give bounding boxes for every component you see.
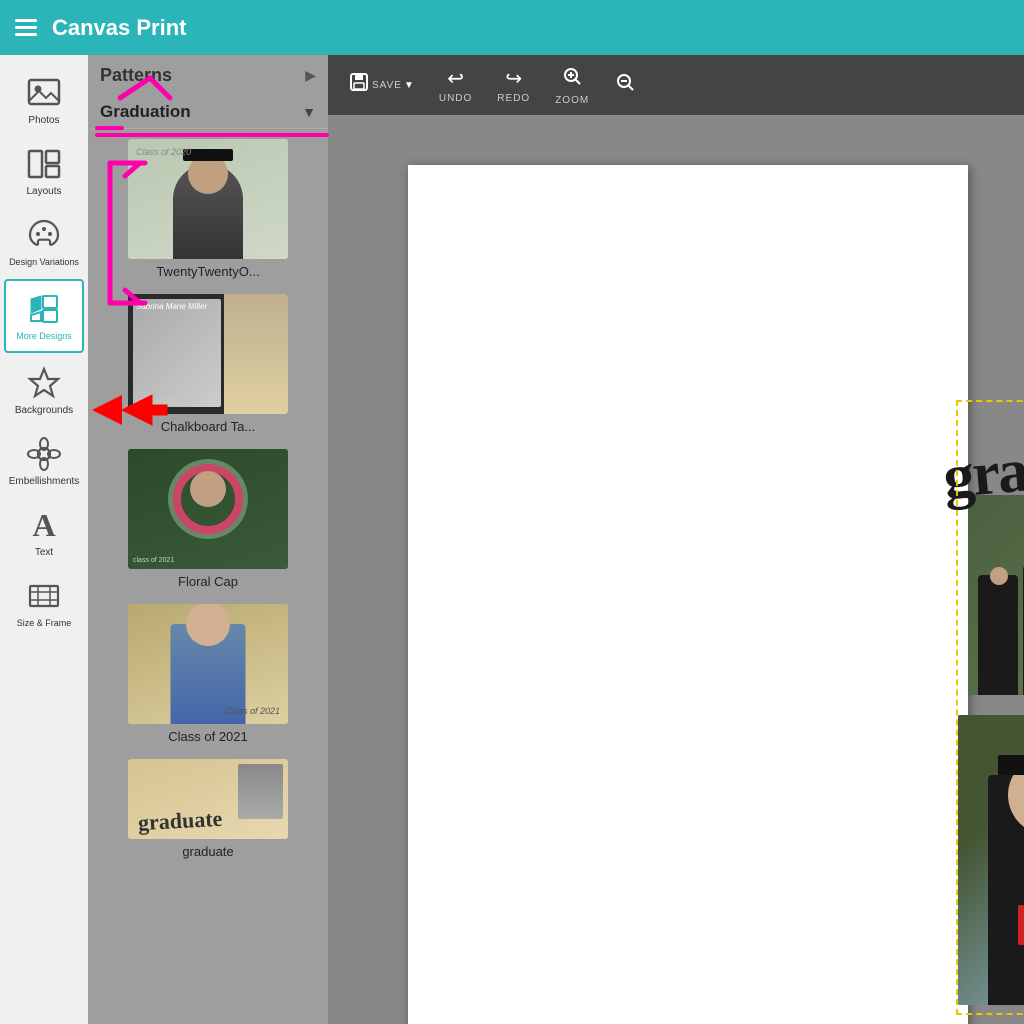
photos-label: Photos	[28, 115, 59, 126]
redo-label: REDO	[497, 93, 530, 104]
design-label-floral: Floral Cap	[178, 574, 238, 589]
text-label: Text	[35, 547, 53, 558]
sidebar-item-backgrounds[interactable]: Backgrounds	[0, 355, 88, 426]
text-icon: A	[26, 507, 62, 543]
design-label-chalkboard: Chalkboard Ta...	[161, 419, 255, 434]
design-label-twentytwenty: TwentyTwentyO...	[156, 264, 259, 279]
zoom-icon	[561, 65, 583, 93]
sidebar-item-embellishments[interactable]: Embellishments	[0, 426, 88, 497]
sidebar-item-photos[interactable]: Photos	[0, 65, 88, 136]
save-dropdown-arrow[interactable]: ▼	[404, 80, 414, 91]
palette-icon	[26, 217, 62, 253]
sidebar-item-design-variations[interactable]: Design Variations	[0, 207, 88, 277]
frame-icon	[26, 578, 62, 614]
patterns-title: Patterns	[100, 65, 172, 86]
design-thumb-floral: class of 2021	[128, 449, 288, 569]
save-button[interactable]: SAVE ▼	[348, 71, 414, 99]
canvas-workspace[interactable]: graduate	[328, 115, 1024, 1024]
design-item-floral-cap[interactable]: class of 2021 Floral Cap	[98, 449, 318, 589]
canvas-area: SAVE ▼ ↩ UNDO ↪ REDO ZOOM	[328, 55, 1024, 1024]
more-designs-icon	[26, 291, 62, 327]
embellishments-icon	[26, 436, 62, 472]
zoom-button[interactable]: ZOOM	[555, 65, 589, 106]
embellishments-label: Embellishments	[9, 476, 80, 487]
design-item-chalkboard[interactable]: Sabrina Marie Miller Class of 2021 Chalk…	[98, 294, 318, 434]
designs-list: Class of 2020 TwentyTwentyO... Sabrina M…	[88, 129, 328, 1024]
zoom-out-button[interactable]	[614, 71, 636, 99]
redo-icon: ↪	[505, 66, 522, 91]
save-icon	[348, 71, 370, 99]
zoom-out-icon	[614, 71, 636, 99]
design-thumb-graduate: graduate	[128, 759, 288, 839]
category-selector[interactable]: Graduation ▼	[88, 96, 328, 129]
backgrounds-icon	[26, 365, 62, 401]
hamburger-menu[interactable]	[15, 19, 37, 36]
design-variations-label: Design Variations	[9, 257, 79, 267]
size-frame-label: Size & Frame	[17, 618, 72, 628]
more-designs-label: More Designs	[16, 331, 72, 341]
design-label-graduate: graduate	[182, 844, 233, 859]
design-item-class2021[interactable]: Class of 2021 Class of 2021	[98, 604, 318, 744]
design-thumb-twentytwenty: Class of 2020	[128, 139, 288, 259]
sidebar-item-size-frame[interactable]: Size & Frame	[0, 568, 88, 638]
design-label-class2021: Class of 2021	[168, 729, 248, 744]
category-label: Graduation	[100, 102, 191, 122]
print-canvas	[408, 165, 968, 1024]
icon-sidebar: Photos Layouts Design Variations	[0, 55, 88, 1024]
design-item-twentytwenty[interactable]: Class of 2020 TwentyTwentyO...	[98, 139, 318, 279]
undo-button[interactable]: ↩ UNDO	[439, 66, 472, 104]
save-label: SAVE	[372, 80, 402, 91]
photos-icon	[26, 75, 62, 111]
toolbar: SAVE ▼ ↩ UNDO ↪ REDO ZOOM	[328, 55, 1024, 115]
sidebar-item-layouts[interactable]: Layouts	[0, 136, 88, 207]
app-title: Canvas Print	[52, 15, 187, 41]
graduation-group-photo	[968, 495, 1024, 695]
design-item-graduate[interactable]: graduate graduate	[98, 759, 318, 859]
patterns-panel: Patterns ▶ Graduation ▼ Class of 2020 Tw…	[88, 55, 328, 1024]
design-thumb-class2021: Class of 2021	[128, 604, 288, 724]
undo-icon: ↩	[447, 66, 464, 91]
patterns-arrow-right[interactable]: ▶	[305, 67, 316, 84]
main-layout: Photos Layouts Design Variations	[0, 55, 1024, 1024]
layouts-label: Layouts	[26, 186, 61, 197]
zoom-label: ZOOM	[555, 95, 589, 106]
sidebar-item-text[interactable]: A Text	[0, 497, 88, 568]
layouts-icon	[26, 146, 62, 182]
category-dropdown-arrow[interactable]: ▼	[302, 104, 316, 120]
sidebar-item-more-designs[interactable]: More Designs	[4, 279, 84, 353]
redo-button[interactable]: ↪ REDO	[497, 66, 530, 104]
app-header: Canvas Print	[0, 0, 1024, 55]
design-thumb-chalkboard: Sabrina Marie Miller Class of 2021	[128, 294, 288, 414]
backgrounds-label: Backgrounds	[15, 405, 73, 416]
undo-label: UNDO	[439, 93, 472, 104]
graduation-portrait-photo	[958, 715, 1024, 1005]
patterns-header: Patterns ▶	[88, 55, 328, 96]
